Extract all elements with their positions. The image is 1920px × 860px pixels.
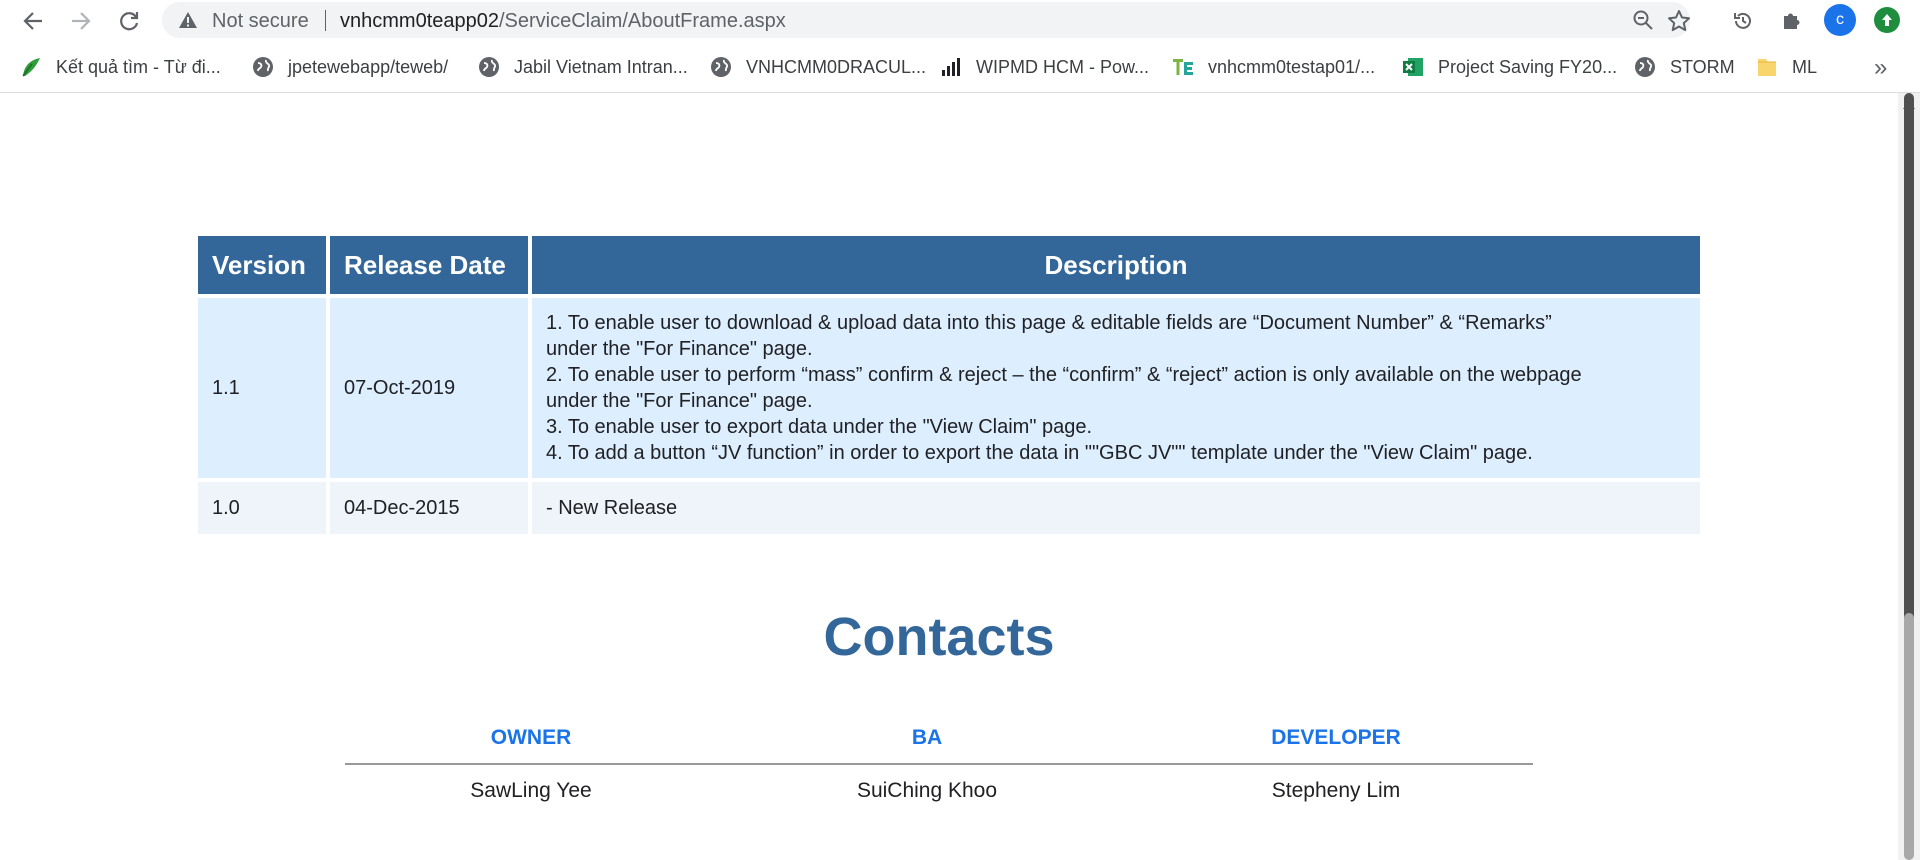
bar-chart-icon (940, 56, 962, 78)
bookmark-item[interactable]: STORM (1634, 54, 1735, 80)
bookmark-label: ML (1792, 56, 1818, 77)
release-date-cell: 04-Dec-2015 (330, 482, 528, 534)
green-leaf-icon (20, 56, 42, 78)
bookmark-label: STORM (1670, 56, 1735, 77)
globe-icon (478, 56, 500, 78)
bookmark-item[interactable]: ML (1756, 54, 1817, 80)
version-cell: 1.0 (198, 482, 326, 534)
description-line: 1. To enable user to download & upload d… (546, 312, 1552, 334)
update-arrow-icon[interactable] (1874, 7, 1900, 33)
address-separator (325, 10, 326, 31)
page-content: Version Release Date Description 1.1 07-… (0, 93, 1898, 860)
folder-icon (1756, 56, 1778, 78)
zoom-icon[interactable] (1632, 9, 1654, 36)
bookmark-label: Project Saving FY20... (1438, 56, 1618, 77)
bookmark-label: Kết quả tìm - Từ đi... (56, 56, 221, 77)
contact-role-developer: DEVELOPER (1271, 726, 1401, 749)
description-line: - New Release (546, 497, 678, 519)
forward-arrow-icon (72, 12, 91, 30)
bookmark-item[interactable]: jpetewebapp/teweb/ (252, 54, 448, 80)
profile-avatar[interactable]: c (1824, 4, 1856, 36)
page-scrollbar[interactable] (1898, 93, 1920, 860)
column-header-description: Description (532, 236, 1700, 294)
forward-button[interactable] (64, 4, 98, 38)
description-line: under the "For Finance" page. (546, 338, 813, 360)
contact-role-owner: OWNER (490, 726, 572, 749)
bookmark-label: vnhcmm0testap01/... (1208, 56, 1376, 77)
version-cell: 1.1 (198, 298, 326, 478)
bookmark-item[interactable]: Jabil Vietnam Intran... (478, 54, 688, 80)
bookmarks-overflow-button[interactable]: » (1874, 54, 1887, 82)
security-label[interactable]: Not secure (212, 10, 309, 33)
column-header-version: Version (198, 236, 326, 294)
contacts-divider (345, 763, 1533, 765)
reload-button[interactable] (112, 4, 146, 38)
table-row: 1.1 07-Oct-2019 1. To enable user to dow… (198, 298, 1700, 478)
globe-icon (710, 56, 732, 78)
column-header-release-date: Release Date (330, 236, 528, 294)
bookmark-item[interactable]: vnhcmm0testap01/... (1172, 54, 1375, 80)
globe-icon (1634, 56, 1656, 78)
description-line: 4. To add a button “JV function” in orde… (546, 442, 1533, 464)
bookmark-label: VNHCMM0DRACUL... (746, 56, 927, 77)
contact-role-ba: BA (911, 726, 943, 749)
release-history-table: Version Release Date Description 1.1 07-… (194, 232, 1704, 538)
address-bar[interactable]: Not secure vnhcmm0teapp02/ServiceClaim/A… (162, 2, 1690, 38)
bookmark-label: Jabil Vietnam Intran... (514, 56, 688, 77)
bookmark-item[interactable]: Kết quả tìm - Từ đi... (20, 54, 221, 80)
bookmark-item[interactable]: VNHCMM0DRACUL... (710, 54, 926, 80)
contact-name-developer: Stepheny Lim (1271, 779, 1401, 802)
bookmark-item[interactable]: WIPMD HCM - Pow... (940, 54, 1149, 80)
bookmark-star-icon[interactable] (1667, 9, 1691, 38)
url-host: vnhcmm0teapp02 (340, 10, 499, 32)
warning-icon (178, 10, 198, 35)
bookmark-item[interactable]: Project Saving FY20... (1402, 54, 1617, 80)
bookmarks-bar: Kết quả tìm - Từ đi... jpetewebapp/teweb… (0, 42, 1920, 93)
description-line: 2. To enable user to perform “mass” conf… (546, 364, 1582, 386)
back-arrow-icon (23, 12, 42, 30)
extensions-puzzle-icon[interactable] (1774, 4, 1808, 38)
description-cell: - New Release (532, 482, 1700, 534)
url-text[interactable]: vnhcmm0teapp02/ServiceClaim/AboutFrame.a… (340, 10, 786, 33)
globe-icon (252, 56, 274, 78)
te-logo-icon (1172, 56, 1194, 78)
bookmark-label: jpetewebapp/teweb/ (288, 56, 449, 77)
description-line: under the "For Finance" page. (546, 390, 813, 412)
browser-toolbar: Not secure vnhcmm0teapp02/ServiceClaim/A… (0, 0, 1920, 42)
contact-name-owner: SawLing Yee (470, 779, 592, 802)
description-cell: 1. To enable user to download & upload d… (532, 298, 1700, 478)
url-path: /ServiceClaim/AboutFrame.aspx (498, 10, 786, 32)
history-icon[interactable] (1726, 4, 1760, 38)
table-header-row: Version Release Date Description (198, 236, 1700, 294)
scrollbar-thumb[interactable] (1904, 613, 1914, 860)
contacts-heading: Contacts (823, 607, 1055, 667)
contact-name-ba: SuiChing Khoo (856, 779, 998, 802)
back-button[interactable] (16, 4, 50, 38)
release-date-cell: 07-Oct-2019 (330, 298, 528, 478)
excel-icon (1402, 56, 1424, 78)
description-line: 3. To enable user to export data under t… (546, 416, 1093, 438)
reload-icon (120, 12, 139, 31)
table-row: 1.0 04-Dec-2015 - New Release (198, 482, 1700, 534)
bookmark-label: WIPMD HCM - Pow... (976, 56, 1150, 77)
